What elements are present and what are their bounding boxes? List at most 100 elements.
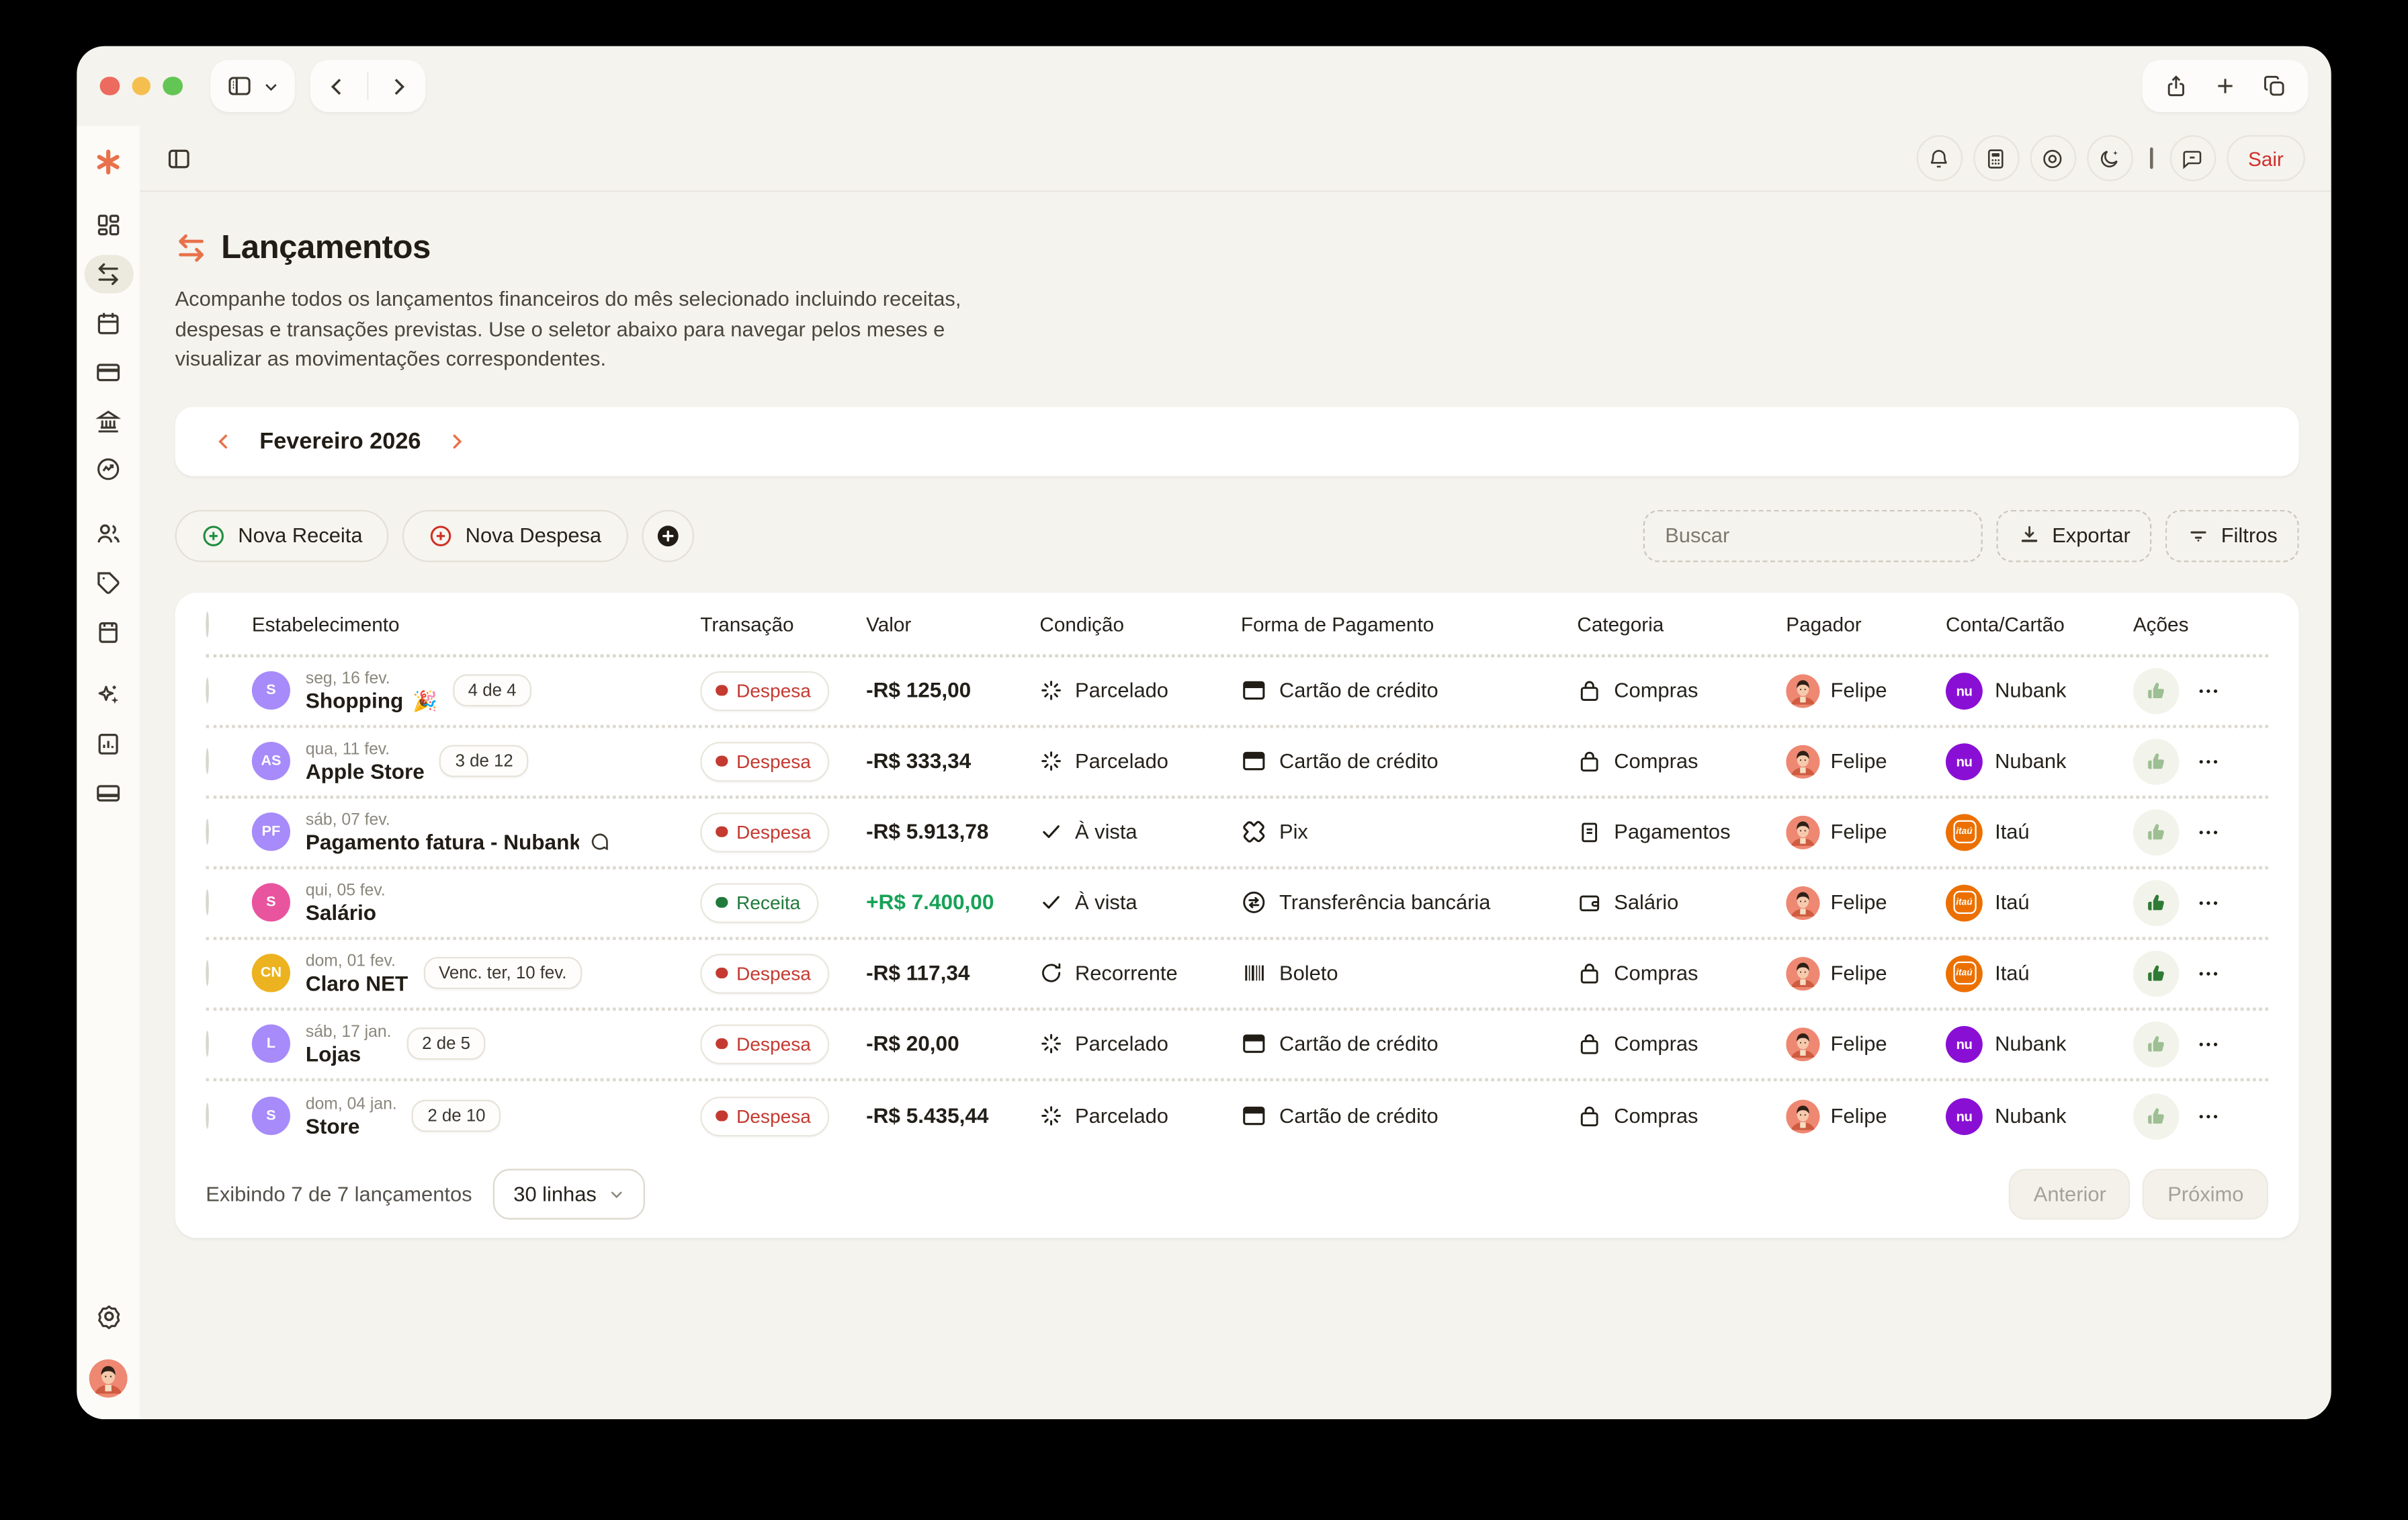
privacy-button[interactable] [2030,135,2076,181]
export-button[interactable]: Exportar [1997,509,2152,562]
payment-method-label: Cartão de crédito [1279,1032,1438,1055]
sidebar-item-planning[interactable] [84,612,133,650]
sidebar-item-transactions[interactable] [84,255,133,294]
search-input[interactable] [1665,524,1961,547]
account-name: Nubank [1995,750,2066,773]
confirm-button[interactable] [2133,738,2180,785]
sidebar-item-members[interactable] [84,515,133,553]
row-checkbox[interactable] [206,890,209,916]
back-icon[interactable] [325,75,347,97]
forward-icon[interactable] [386,75,409,97]
confirm-button[interactable] [2133,880,2180,926]
previous-month-chevron-icon[interactable] [214,431,234,452]
previous-page-button[interactable]: Anterior [2009,1169,2131,1219]
establishment-avatar: S [252,1097,290,1135]
category-label: Compras [1614,1032,1698,1055]
row-menu-button[interactable] [2196,820,2221,845]
next-page-button[interactable]: Próximo [2143,1169,2268,1219]
sidebar-item-tags[interactable] [84,564,133,602]
new-expense-button[interactable]: Nova Despesa [402,509,628,562]
confirm-button[interactable] [2133,668,2180,714]
row-checkbox[interactable] [206,677,209,704]
row-checkbox[interactable] [206,1103,209,1130]
payer-avatar [1786,1099,1819,1133]
column-header: Forma de Pagamento [1241,613,1578,636]
logout-button[interactable]: Sair [2227,135,2305,181]
more-add-button[interactable] [642,509,694,562]
page-content: Lançamentos Acompanhe todos os lançament… [140,192,2331,1419]
feedback-button[interactable] [2169,135,2216,181]
traffic-lights [100,77,182,96]
sidebar-item-bank[interactable] [84,402,133,440]
select-all-checkbox[interactable] [206,611,209,638]
notifications-button[interactable] [1916,135,1963,181]
payment-method-label: Cartão de crédito [1279,750,1438,773]
loader-icon [1039,750,1062,773]
installment-badge: 4 de 4 [453,675,532,707]
transaction-value: -R$ 5.913,78 [866,820,1039,843]
new-income-button[interactable]: Nova Receita [175,509,389,562]
row-menu-button[interactable] [2196,961,2221,986]
panel-toggle-icon[interactable] [166,145,192,171]
new-tab-plus-icon[interactable] [2213,74,2238,99]
sidebar-item-cards[interactable] [84,353,133,391]
sidebar-item-ai[interactable] [84,677,133,715]
next-month-chevron-icon[interactable] [447,431,467,452]
transaction-value: -R$ 20,00 [866,1032,1039,1055]
thumbs-up-icon [2145,751,2167,772]
row-checkbox[interactable] [206,960,209,986]
confirm-button[interactable] [2133,1021,2180,1067]
confirm-button[interactable] [2133,950,2180,997]
rows-per-page-select[interactable]: 30 linhas [494,1169,646,1219]
tab-overview-icon[interactable] [2262,74,2287,99]
sidebar-item-dashboard[interactable] [84,206,133,245]
payer-name: Felipe [1831,1105,1887,1128]
card-icon [95,359,122,385]
comment-bubble-icon[interactable] [588,831,609,853]
type-label: Despesa [736,680,811,702]
row-menu-button[interactable] [2196,679,2221,704]
row-checkbox[interactable] [206,1031,209,1057]
row-menu-button[interactable] [2196,1031,2221,1056]
transaction-date: sáb, 17 jan. [306,1023,392,1041]
row-menu-button[interactable] [2196,749,2221,774]
card-icon [1241,677,1267,704]
payer-avatar [1786,745,1819,778]
sparkles-icon [95,683,122,709]
payer-name: Felipe [1831,750,1887,773]
close-window-button[interactable] [100,77,120,96]
share-icon[interactable] [2164,74,2189,99]
establishment-avatar: S [252,671,290,710]
users-icon [95,521,122,547]
table-row: S seg, 16 fev. Shopping 🎉 4 de 4 Despesa… [206,657,2268,728]
sidebar-item-investments[interactable] [84,450,133,489]
filters-button[interactable]: Filtros [2165,509,2298,562]
transaction-date: qui, 05 fev. [306,881,386,899]
row-checkbox[interactable] [206,749,209,775]
sidebar-toggle-button[interactable] [210,60,294,112]
export-label: Exportar [2052,524,2131,547]
account-name: Nubank [1995,1032,2066,1055]
settings-gear-icon [95,1303,122,1331]
minimize-window-button[interactable] [131,77,150,96]
sidebar-item-subscriptions[interactable] [84,774,133,812]
row-menu-button[interactable] [2196,890,2221,915]
category-label: Compras [1614,679,1698,702]
account-name: Itaú [1995,820,2029,843]
confirm-button[interactable] [2133,809,2180,855]
row-menu-button[interactable] [2196,1104,2221,1129]
transactions-title-icon [175,232,208,264]
row-checkbox[interactable] [206,819,209,845]
sidebar-item-reports[interactable] [84,725,133,763]
confirm-button[interactable] [2133,1093,2180,1140]
establishment-avatar: PF [252,813,290,851]
calculator-button[interactable] [1973,135,2020,181]
user-avatar[interactable] [89,1359,128,1398]
sidebar-item-calendar[interactable] [84,304,133,342]
sidebar-item-settings[interactable] [84,1298,133,1336]
theme-button[interactable] [2087,135,2133,181]
zoom-window-button[interactable] [163,77,182,96]
repeat-icon [1039,962,1062,984]
barcode-icon [1241,960,1267,986]
search-box [1643,509,1983,562]
